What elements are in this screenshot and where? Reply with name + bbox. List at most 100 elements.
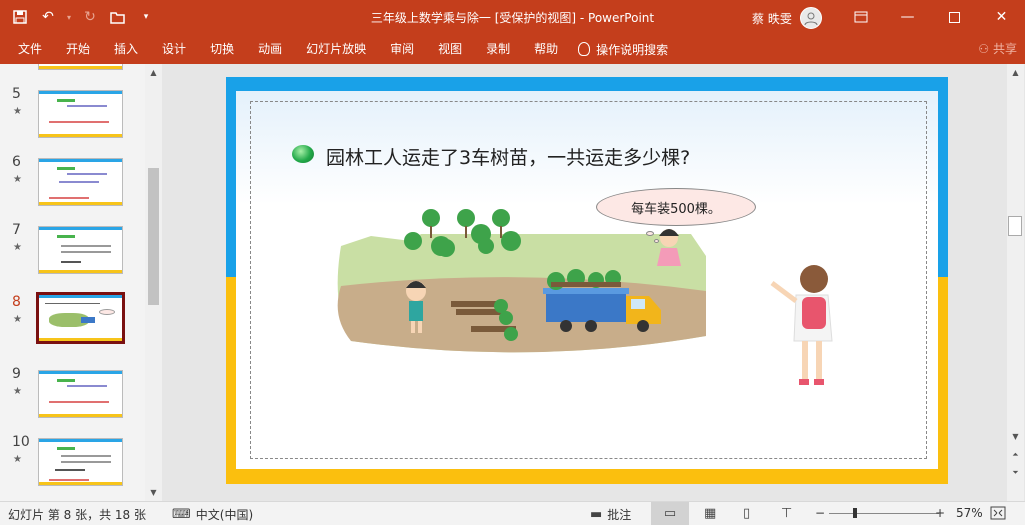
slide-thumbnail-7[interactable]: 7 ★ (0, 222, 147, 292)
redo-icon[interactable]: ↻ (78, 7, 102, 27)
quick-access-toolbar: ↶ ▾ ↻ ▾ (8, 7, 158, 27)
tab-help[interactable]: 帮助 (524, 34, 568, 64)
zoom-out-button[interactable]: − (815, 506, 825, 520)
bubble-tail-dot (654, 239, 659, 243)
language-status[interactable]: ⌨ 中文(中国) (172, 506, 253, 523)
slide-content-area: 园林工人运走了3车树苗，一共运走多少棵? 每车装500棵。 (236, 91, 938, 469)
thumbnail-image (36, 292, 125, 344)
spellcheck-icon: ⌨ (172, 507, 191, 522)
slide-number: 5 (12, 86, 21, 102)
slide-thumbnail-6[interactable]: 6 ★ (0, 154, 147, 224)
slide-thumbnail-9[interactable]: 9 ★ (0, 366, 147, 436)
slide-thumbnail-5[interactable]: 5 ★ (0, 86, 147, 156)
scroll-up-icon[interactable]: ▲ (1007, 64, 1024, 81)
animation-star-icon: ★ (13, 106, 22, 117)
slide-thumbnail-10[interactable]: 10 ★ (0, 434, 147, 501)
thumbnail-image (38, 438, 123, 486)
next-slide-icon[interactable]: ⏷ (1007, 464, 1024, 481)
thumbnail-image (38, 158, 123, 206)
thumbnail-image (38, 90, 123, 138)
slide-editor[interactable]: 园林工人运走了3车树苗，一共运走多少棵? 每车装500棵。 (165, 64, 1007, 501)
zoom-slider[interactable] (829, 513, 939, 514)
slide-sorter-icon: ▦ (704, 506, 717, 521)
scroll-thumb[interactable] (1008, 216, 1022, 236)
status-bar: 幻灯片 第 8 张，共 18 张 ⌨ 中文(中国) ▬ 批注 ▭ ▦ ▯ ⊤ −… (0, 501, 1025, 525)
user-name: 蔡 昳雯 (752, 11, 792, 26)
avatar-icon[interactable] (799, 7, 822, 29)
bubble-tail-dot (646, 231, 654, 236)
scroll-down-icon[interactable]: ▼ (1007, 428, 1024, 445)
animation-star-icon: ★ (13, 242, 22, 253)
thumbnail-image (38, 370, 123, 418)
thumbnail-image (38, 64, 123, 70)
zoom-in-button[interactable]: + (935, 506, 945, 520)
open-icon[interactable] (106, 7, 130, 27)
user-account[interactable]: 蔡 昳雯 (752, 7, 822, 29)
reading-view-button[interactable]: ▯ (743, 506, 750, 521)
normal-view-icon: ▭ (663, 506, 677, 521)
maximize-icon[interactable] (931, 0, 978, 34)
language-label: 中文(中国) (195, 508, 254, 522)
tab-insert[interactable]: 插入 (104, 34, 148, 64)
person-icon: ⚇ (978, 42, 989, 56)
animation-star-icon: ★ (13, 314, 22, 325)
thumbnail-scrollbar[interactable]: ▲ ▼ (145, 64, 162, 501)
animation-star-icon: ★ (13, 386, 22, 397)
normal-view-button[interactable]: ▭ (651, 502, 689, 525)
slide-count: 幻灯片 第 8 张，共 18 张 (8, 508, 146, 522)
speech-bubble[interactable]: 每车装500棵。 (596, 188, 756, 226)
customize-icon[interactable]: ▾ (134, 7, 158, 27)
tab-animations[interactable]: 动画 (248, 34, 292, 64)
slide-number: 9 (12, 366, 21, 382)
thumbnail-image (38, 226, 123, 274)
window-controls: — ✕ (837, 0, 1025, 34)
tab-view[interactable]: 视图 (428, 34, 472, 64)
close-icon[interactable]: ✕ (978, 0, 1025, 34)
save-icon[interactable] (8, 7, 32, 27)
zoom-slider-thumb[interactable] (853, 508, 857, 518)
speech-bubble-text: 每车装500棵。 (631, 201, 721, 217)
tab-file[interactable]: 文件 (8, 34, 52, 64)
tell-me-search[interactable]: 操作说明搜索 (578, 41, 668, 58)
slideshow-icon: ⊤ (781, 506, 793, 521)
fit-to-window-button[interactable] (990, 506, 1006, 520)
notes-button[interactable]: ▬ 批注 (590, 506, 631, 523)
slide-canvas[interactable]: 园林工人运走了3车树苗，一共运走多少棵? 每车装500棵。 (226, 77, 948, 484)
chevron-down-icon[interactable]: ▾ (64, 7, 74, 27)
girl-with-backpack-illustration (770, 265, 833, 385)
slide-number: 7 (12, 222, 21, 238)
tab-review[interactable]: 审阅 (380, 34, 424, 64)
animation-star-icon: ★ (13, 174, 22, 185)
ribbon-display-options-icon[interactable] (837, 0, 884, 34)
tab-slideshow[interactable]: 幻灯片放映 (296, 34, 376, 64)
animation-star-icon: ★ (13, 454, 22, 465)
ribbon-tabs: 文件 开始 插入 设计 切换 动画 幻灯片放映 审阅 视图 录制 帮助 操作说明… (0, 34, 1025, 64)
tab-transitions[interactable]: 切换 (200, 34, 244, 64)
previous-slide-icon[interactable]: ⏶ (1007, 446, 1024, 463)
scroll-thumb[interactable] (148, 168, 159, 305)
notes-label: 批注 (607, 508, 632, 522)
comment-icon: ▬ (590, 507, 603, 522)
lightbulb-icon (578, 42, 591, 56)
question-text[interactable]: 园林工人运走了3车树苗，一共运走多少棵? (326, 143, 690, 170)
green-bullet-icon (292, 145, 314, 163)
orchard-scene-illustration[interactable] (331, 206, 831, 366)
scroll-down-icon[interactable]: ▼ (145, 484, 162, 501)
slideshow-button[interactable]: ⊤ (781, 506, 792, 521)
tab-record[interactable]: 录制 (476, 34, 520, 64)
zoom-level[interactable]: 57% (956, 506, 983, 520)
scroll-up-icon[interactable]: ▲ (145, 64, 162, 81)
slide-sorter-button[interactable]: ▦ (704, 506, 716, 521)
tab-design[interactable]: 设计 (152, 34, 196, 64)
undo-icon[interactable]: ↶ (36, 7, 60, 27)
minimize-icon[interactable]: — (884, 0, 931, 34)
slide-number: 10 (12, 434, 30, 450)
tab-home[interactable]: 开始 (56, 34, 100, 64)
title-bar: ↶ ▾ ↻ ▾ 三年级上数学乘与除一 [受保护的视图] - PowerPoint… (0, 0, 1025, 34)
slide-thumbnail-pane[interactable]: 5 ★ 6 ★ 7 ★ 8 ★ 9 ★ 10 ★ (0, 64, 147, 501)
slide-thumbnail-8[interactable]: 8 ★ (0, 292, 147, 364)
tell-me-label: 操作说明搜索 (596, 42, 669, 57)
slide-scrollbar[interactable]: ▲ ▼ ⏶ ⏷ (1007, 64, 1024, 501)
share-button[interactable]: ⚇ 共享 (978, 34, 1017, 64)
reading-view-icon: ▯ (743, 506, 751, 521)
